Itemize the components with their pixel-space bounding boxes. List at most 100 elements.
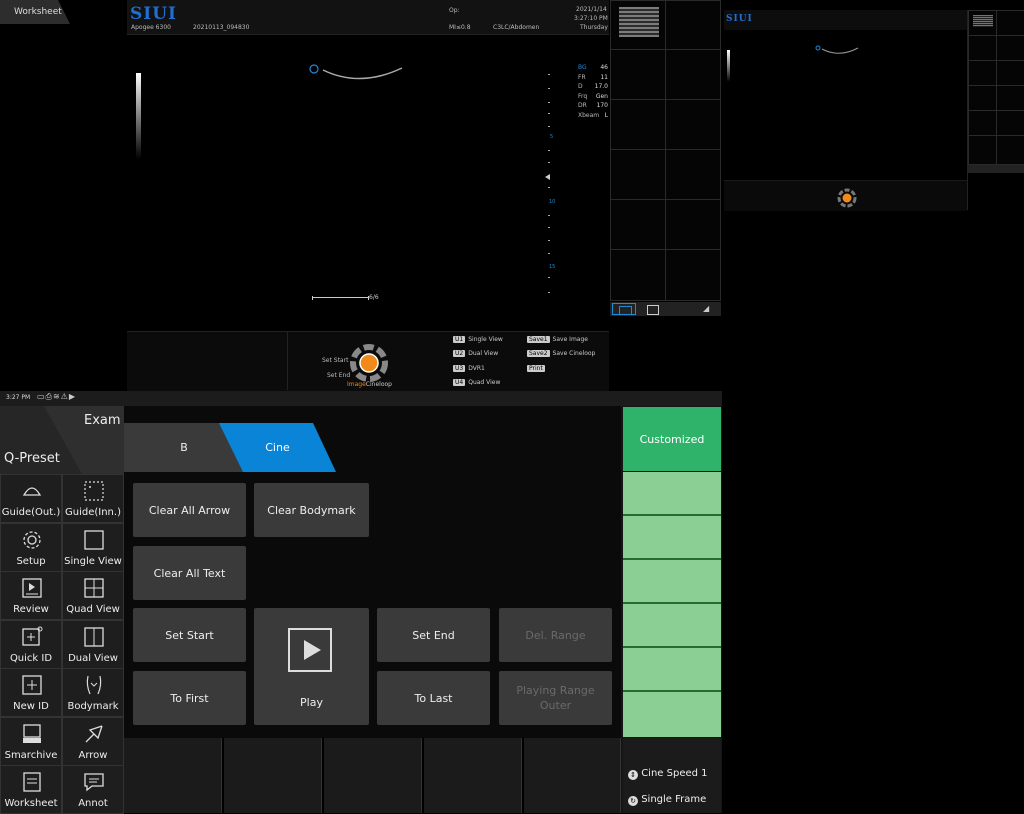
secondary-display: SIUI xyxy=(724,10,1024,211)
param-value: Gen xyxy=(595,92,608,100)
shortcut-label: Dual View xyxy=(468,350,499,357)
bottom-slot[interactable] xyxy=(424,738,522,813)
probe-in-icon xyxy=(82,479,106,503)
worksheet-button[interactable]: Worksheet xyxy=(0,765,62,814)
cine-slider[interactable] xyxy=(312,296,369,300)
new-id-button[interactable]: New ID xyxy=(0,668,62,717)
shortcut-label: Single View xyxy=(468,336,503,343)
clear-all-text-button[interactable]: Clear All Text xyxy=(133,546,246,600)
thumbnail-cell[interactable] xyxy=(610,0,666,50)
cine-speed-control[interactable]: ⇕ Cine Speed 1 xyxy=(628,768,708,780)
clear-all-arrow-button[interactable]: Clear All Arrow xyxy=(133,483,246,537)
clear-bodymark-button[interactable]: Clear Bodymark xyxy=(254,483,369,537)
param-key: D xyxy=(578,83,583,91)
worksheet-tab[interactable]: Worksheet xyxy=(0,0,70,24)
new-id-icon xyxy=(20,673,44,697)
arrow-button[interactable]: Arrow xyxy=(62,716,124,766)
shortcut-label: Save Cineloop xyxy=(552,350,596,357)
left-button-label: Guide(Inn.) xyxy=(65,507,121,518)
param-key: DR xyxy=(578,102,587,110)
depth-mark-15: 15 xyxy=(549,264,556,270)
quad-view-button[interactable]: Quad View xyxy=(62,571,124,620)
model-name: Apogee 6300 xyxy=(131,24,171,31)
left-button-label: Single View xyxy=(64,555,122,567)
grid-3x3-icon[interactable] xyxy=(647,305,659,315)
qpreset-label[interactable]: Q-Preset xyxy=(4,451,60,466)
arrow-icon xyxy=(82,722,106,746)
param-key: Frq xyxy=(578,92,588,100)
bottom-slot[interactable] xyxy=(124,738,222,813)
bottom-slot[interactable] xyxy=(224,738,322,813)
wheel-set-end: Set End xyxy=(327,372,351,379)
left-button-label: Smarchive xyxy=(4,749,58,761)
param-value: 11 xyxy=(600,73,608,81)
shortcut-item: Save2 Save Cineloop xyxy=(527,350,595,357)
left-button-label: Setup xyxy=(16,555,46,567)
shortcut-item: Print xyxy=(527,365,548,372)
bottom-slot[interactable] xyxy=(324,738,422,813)
wheel-set-start: Set Start xyxy=(322,357,349,364)
set-start-button[interactable]: Set Start xyxy=(133,608,246,662)
custom-slot[interactable] xyxy=(623,648,721,692)
left-button-label: New ID xyxy=(13,701,49,712)
annot-icon xyxy=(82,770,106,794)
shortcut-item: U3 DVR1 xyxy=(453,365,485,372)
single-view-button[interactable]: Single View xyxy=(62,522,124,572)
quad-view-icon xyxy=(82,576,106,600)
exam-label: Exam xyxy=(84,413,121,428)
customized-button[interactable]: Customized xyxy=(623,407,721,471)
custom-slot[interactable] xyxy=(623,472,721,516)
send-icon[interactable]: ◢ xyxy=(703,304,709,313)
shortcut-key: Print xyxy=(527,365,545,372)
play-icon xyxy=(288,628,332,672)
param-row: Frq Gen xyxy=(578,93,608,102)
thumbnail-toolbar: ◢ xyxy=(610,302,721,316)
dual-view-button[interactable]: Dual View xyxy=(62,619,124,669)
gear-icon xyxy=(20,528,44,552)
grid-2x2-icon[interactable] xyxy=(612,303,636,315)
patient-id: 20210113_094830 xyxy=(193,24,250,31)
del-range-button[interactable]: Del. Range xyxy=(499,608,612,662)
left-button-label: Quad View xyxy=(66,604,120,615)
to-first-button[interactable]: To First xyxy=(133,671,246,725)
custom-slot[interactable] xyxy=(623,560,721,604)
param-value: 17.0 xyxy=(594,83,608,91)
to-last-button[interactable]: To Last xyxy=(377,671,490,725)
custom-slot[interactable] xyxy=(623,516,721,560)
param-value: 46 xyxy=(600,64,608,71)
guide-out-button[interactable]: Guide(Out.) xyxy=(0,474,62,523)
left-button-label: Arrow xyxy=(78,749,108,761)
custom-slot[interactable] xyxy=(623,604,721,648)
left-button-label: Review xyxy=(13,604,49,615)
shortcut-item: U2 Dual View xyxy=(453,350,498,357)
bottom-slot[interactable] xyxy=(524,738,621,813)
param-row: D 17.0 xyxy=(578,83,608,92)
set-end-button[interactable]: Set End xyxy=(377,608,490,662)
shortcut-label: Save Image xyxy=(552,336,588,343)
param-row: BG 46 xyxy=(578,64,608,73)
annot-button[interactable]: Annot xyxy=(62,765,124,814)
play-button[interactable]: Play xyxy=(254,608,369,725)
guide-inn-button[interactable]: Guide(Inn.) xyxy=(62,474,124,523)
setup-button[interactable]: Setup xyxy=(0,522,62,572)
depth-mark-10: 10 xyxy=(549,199,556,205)
bodymark-icon xyxy=(82,673,106,697)
header-weekday: Thursday xyxy=(580,24,608,31)
quick-id-button[interactable]: Quick ID xyxy=(0,619,62,669)
review-button[interactable]: Review xyxy=(0,571,62,620)
single-frame-control[interactable]: ↻ Single Frame xyxy=(628,794,706,806)
shortcut-label: Quad View xyxy=(468,379,501,386)
left-button-label: Dual View xyxy=(68,652,118,664)
status-icons: ▭⎙≋⚠▶ xyxy=(37,392,76,401)
playing-range-outer-button[interactable]: Playing Range Outer xyxy=(499,671,612,725)
status-bar xyxy=(0,391,722,406)
play-label: Play xyxy=(300,696,323,709)
probe-sector xyxy=(309,64,403,80)
custom-slot[interactable] xyxy=(623,692,721,737)
param-value: 170 xyxy=(596,102,608,110)
smarchive-button[interactable]: Smarchive xyxy=(0,716,62,766)
shortcut-item: U4 Quad View xyxy=(453,379,500,386)
bodymark-button[interactable]: Bodymark xyxy=(62,668,124,717)
depth-mark-5: 5 xyxy=(550,134,554,140)
smarchive-icon xyxy=(20,722,44,746)
